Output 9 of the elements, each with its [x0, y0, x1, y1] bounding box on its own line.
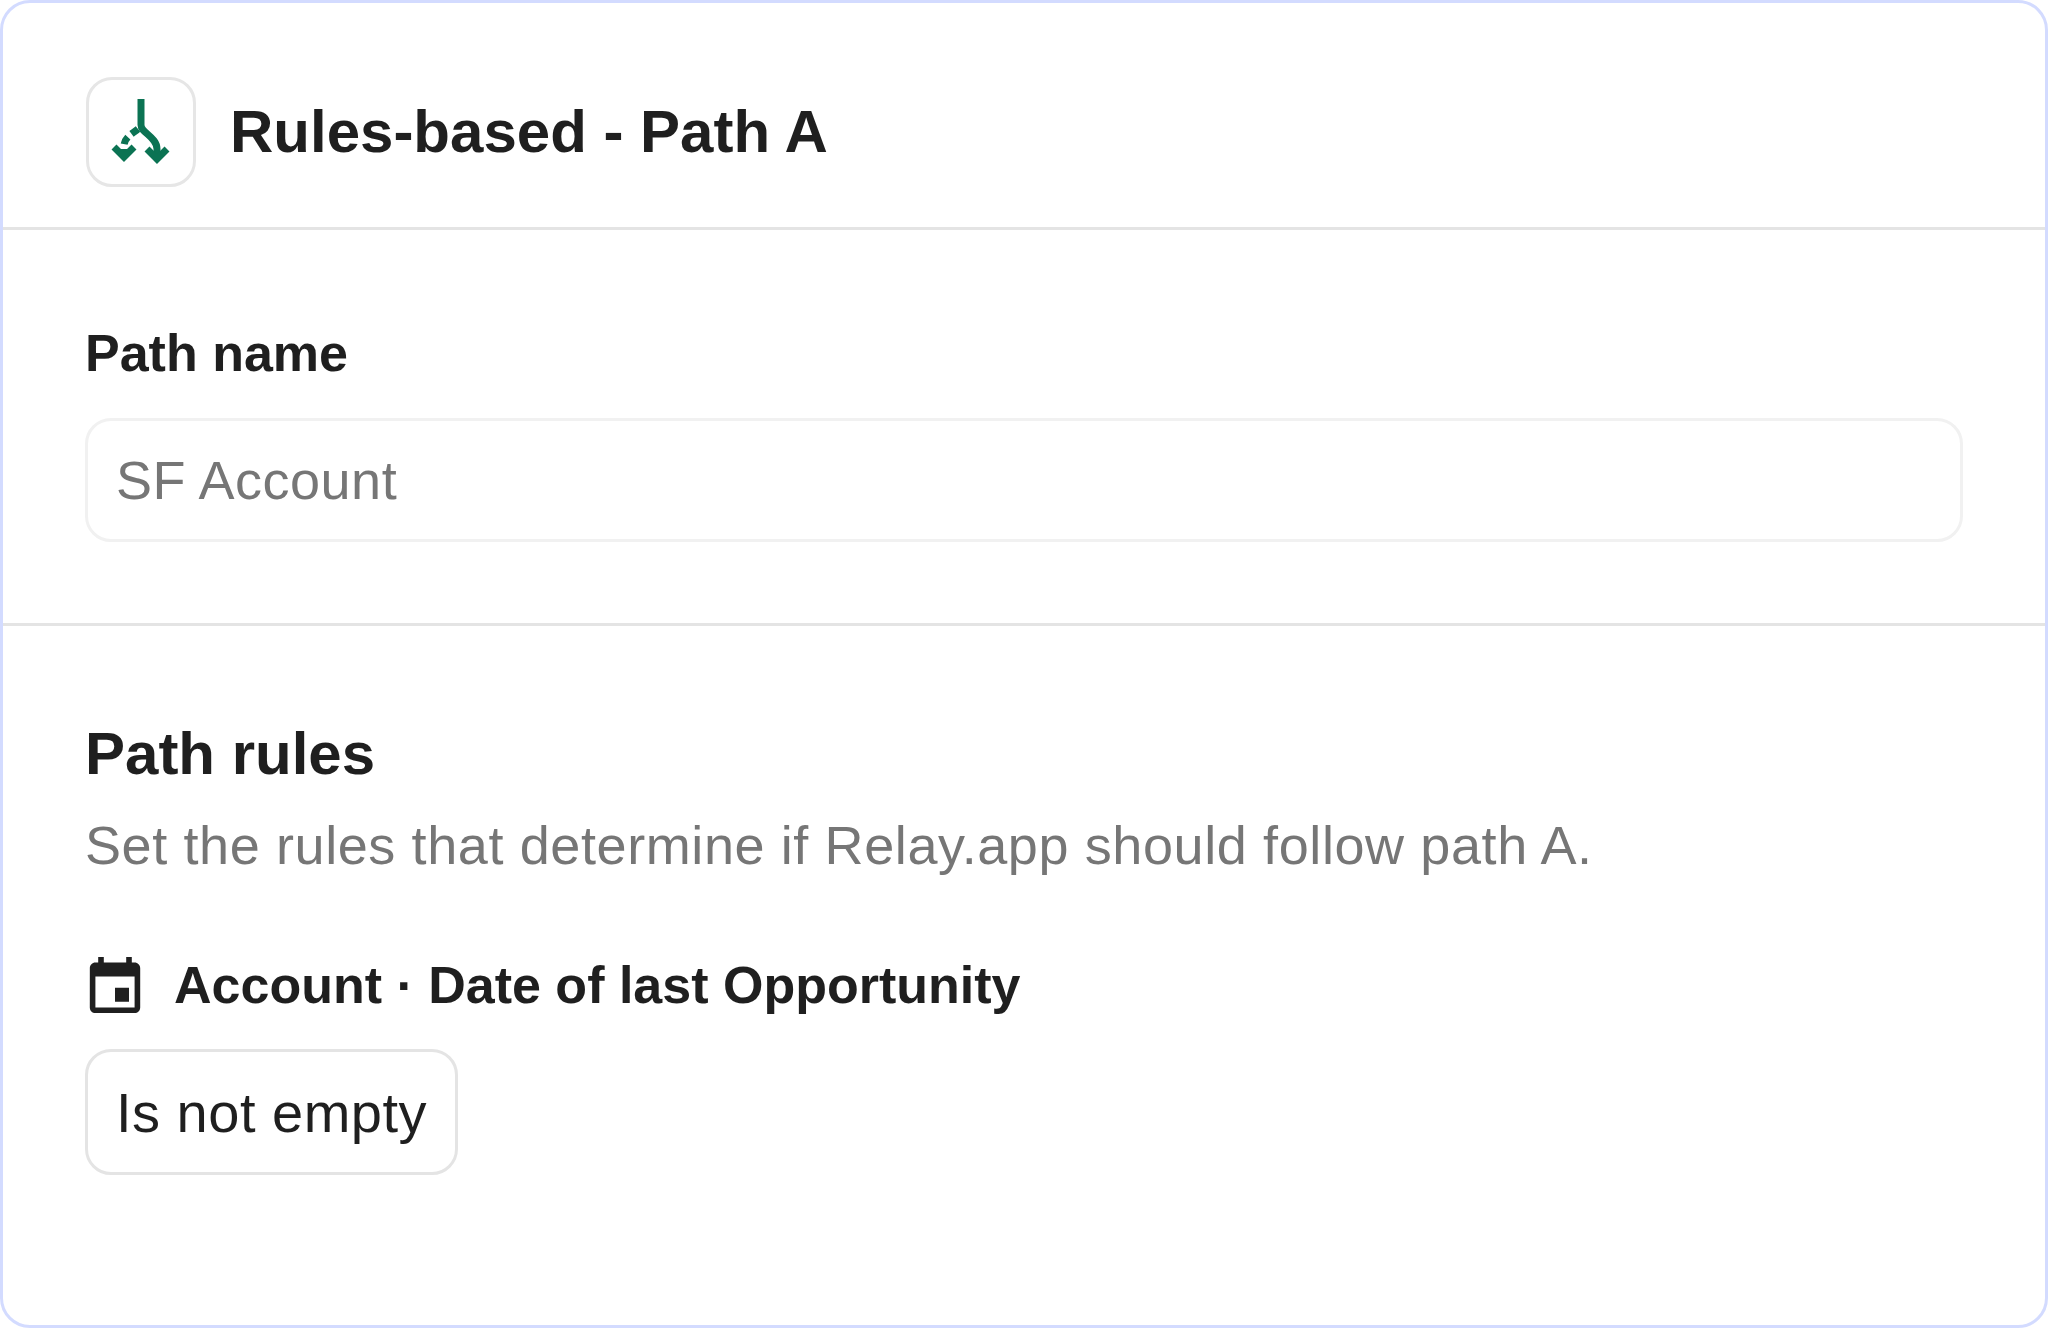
split-arrows-icon — [86, 77, 196, 187]
section-description: Set the rules that determine if Relay.app should follow path A. — [85, 815, 1593, 875]
rule-field-label: Account · Date of last Opportunity — [174, 955, 1021, 1015]
field-label: Path name — [85, 323, 348, 383]
input-field[interactable]: SF Account — [85, 418, 1963, 542]
calendar-icon — [89, 957, 141, 1013]
section-title: Path rules — [85, 719, 376, 789]
panel-title: Rules-based - Path A — [230, 97, 828, 167]
condition-chip[interactable]: Is not empty — [85, 1049, 459, 1175]
